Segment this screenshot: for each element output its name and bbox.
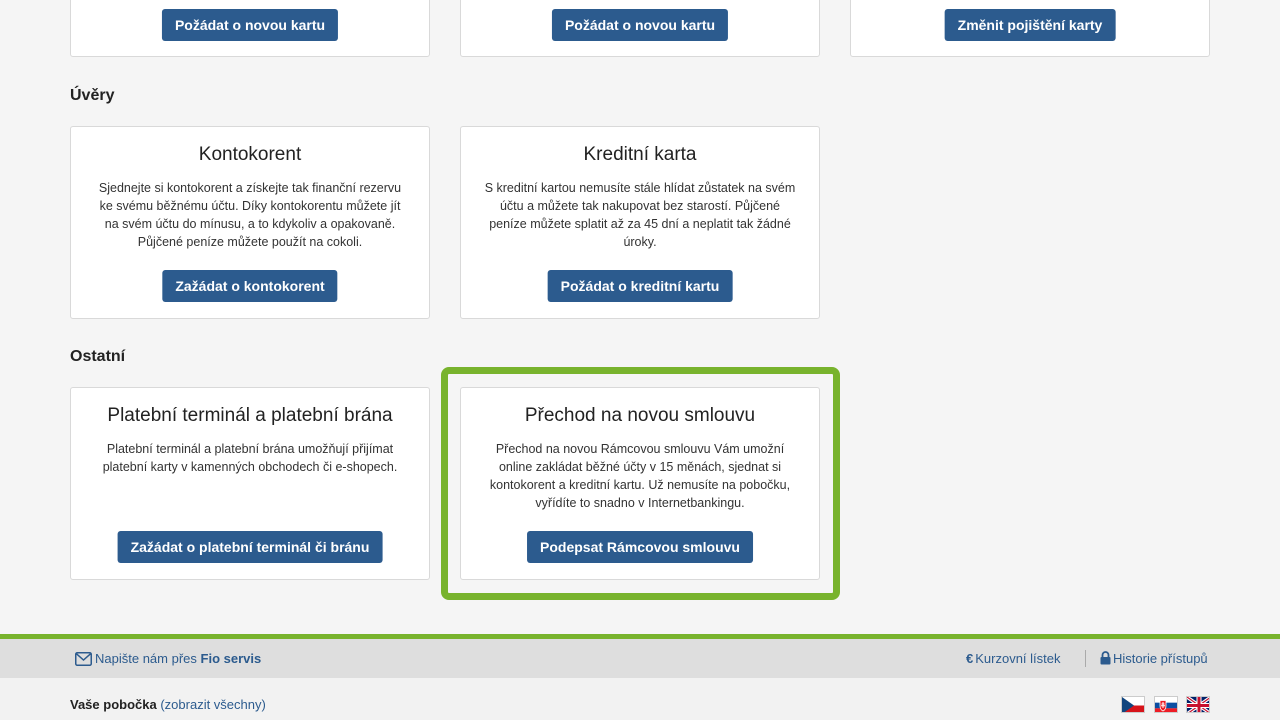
card-title: Kreditní karta — [583, 144, 697, 165]
section-title-loans: Úvěry — [70, 87, 115, 104]
card-credit-card: Kreditní karta S kreditní kartou nemusít… — [460, 126, 820, 319]
card-description: Platební terminál a platební brána umožň… — [91, 440, 409, 476]
desc-line: úroky. — [623, 235, 657, 249]
desc-line: peníze můžete splatit až za 45 dní a nep… — [489, 217, 791, 231]
desc-line: S kreditní kartou nemusíte stále hlídat … — [484, 181, 796, 195]
request-credit-card-button[interactable]: Požádat o kreditní kartu — [547, 270, 733, 302]
desc-line: vyřídíte to snadno v Internetbankingu. — [535, 496, 745, 510]
desc-line: Platební terminál a platební brána umožň… — [106, 442, 394, 456]
access-history-link[interactable]: Historie přístupů — [1100, 651, 1208, 668]
card-title: Platební terminál a platební brána — [107, 405, 393, 426]
slovak-flag-icon[interactable] — [1154, 696, 1178, 713]
envelope-icon — [75, 652, 92, 669]
change-card-insurance-button[interactable]: Změnit pojištění karty — [944, 9, 1116, 41]
fio-servis-link[interactable]: Fio servis — [201, 651, 262, 666]
desc-line: platební karty v kamenných obchodech či … — [102, 460, 398, 474]
desc-line: Přechod na novou Rámcovou smlouvu Vám um… — [495, 442, 785, 456]
desc-line: Půjčené peníze můžete použít na cokoli. — [137, 235, 363, 249]
request-new-card-button[interactable]: Požádat o novou kartu — [161, 9, 339, 41]
write-us-link[interactable]: Napište nám přes Fio servis — [75, 651, 261, 669]
request-overdraft-button[interactable]: Zažádat o kontokorent — [162, 270, 338, 302]
branch-row: Vaše pobočka (zobrazit všechny) — [70, 697, 266, 712]
section-title-other: Ostatní — [70, 348, 126, 365]
write-us-prefix: Napište nám přes — [95, 651, 197, 666]
card-title: Kontokorent — [198, 144, 302, 165]
euro-icon: € — [966, 651, 974, 666]
card-description: Přechod na novou Rámcovou smlouvu Vám um… — [481, 440, 799, 512]
request-new-card-button[interactable]: Požádat o novou kartu — [551, 9, 729, 41]
desc-line: kontokorent a kreditní kartu. Už nemusít… — [489, 478, 791, 492]
lock-icon — [1100, 651, 1111, 668]
desc-line: Sjednejte si kontokorent a získejte tak … — [98, 181, 402, 195]
card-payment-terminal: Platební terminál a platební brána Plate… — [70, 387, 430, 580]
desc-line: ke svému běžnému účtu. Díky kontokorentu… — [99, 199, 401, 213]
card-new-card-2: Požádat o novou kartu — [460, 0, 820, 57]
card-title: Přechod na novou smlouvu — [524, 405, 756, 426]
english-flag-icon[interactable] — [1186, 696, 1210, 713]
desc-line: na svém účtu do mínusu, a to kdykoliv a … — [104, 217, 396, 231]
branch-label: Vaše pobočka — [70, 697, 157, 712]
desc-line: online zakládat běžné účty v 15 měnách, … — [498, 460, 782, 474]
card-card-insurance: Změnit pojištění karty — [850, 0, 1210, 57]
desc-line: účtu a můžete tak nakupovat bez starostí… — [499, 199, 781, 213]
exchange-rates-link[interactable]: € Kurzovní lístek — [966, 651, 1061, 666]
card-new-contract: Přechod na novou smlouvu Přechod na novo… — [460, 387, 820, 580]
card-description: Sjednejte si kontokorent a získejte tak … — [91, 179, 409, 251]
card-description: S kreditní kartou nemusíte stále hlídat … — [481, 179, 799, 251]
show-all-branches-link[interactable]: (zobrazit všechny) — [160, 697, 265, 712]
czech-flag-icon[interactable] — [1121, 696, 1145, 713]
sign-framework-contract-button[interactable]: Podepsat Rámcovou smlouvu — [527, 531, 753, 563]
request-payment-terminal-button[interactable]: Zažádat o platební terminál či bránu — [117, 531, 383, 563]
access-history-label: Historie přístupů — [1113, 651, 1208, 666]
card-overdraft: Kontokorent Sjednejte si kontokorent a z… — [70, 126, 430, 319]
footer-separator — [1085, 650, 1086, 667]
exchange-rates-label: Kurzovní lístek — [975, 651, 1061, 666]
card-new-card-1: Požádat o novou kartu — [70, 0, 430, 57]
